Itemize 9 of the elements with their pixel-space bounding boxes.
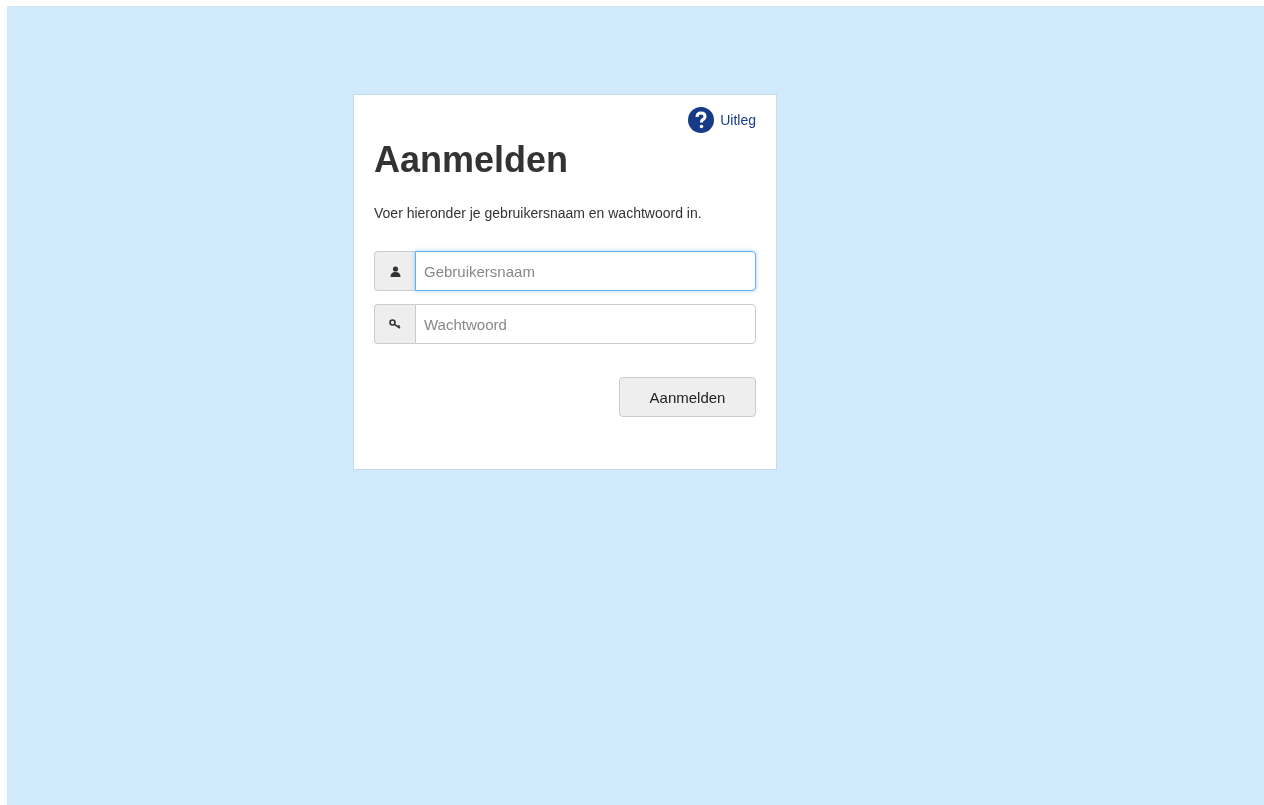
help-link[interactable]: Uitleg <box>688 107 756 133</box>
key-icon <box>388 319 402 329</box>
username-field[interactable]: Gebruikersnaam <box>415 251 756 291</box>
login-button[interactable]: Aanmelden <box>619 377 756 417</box>
page-title: Aanmelden <box>374 139 570 181</box>
instruction-text: Voer hieronder je gebruikersnaam en wachtwoord in. <box>374 205 703 221</box>
user-icon <box>389 265 401 277</box>
help-icon <box>688 107 715 133</box>
password-field[interactable]: Wachtwoord <box>415 304 756 344</box>
